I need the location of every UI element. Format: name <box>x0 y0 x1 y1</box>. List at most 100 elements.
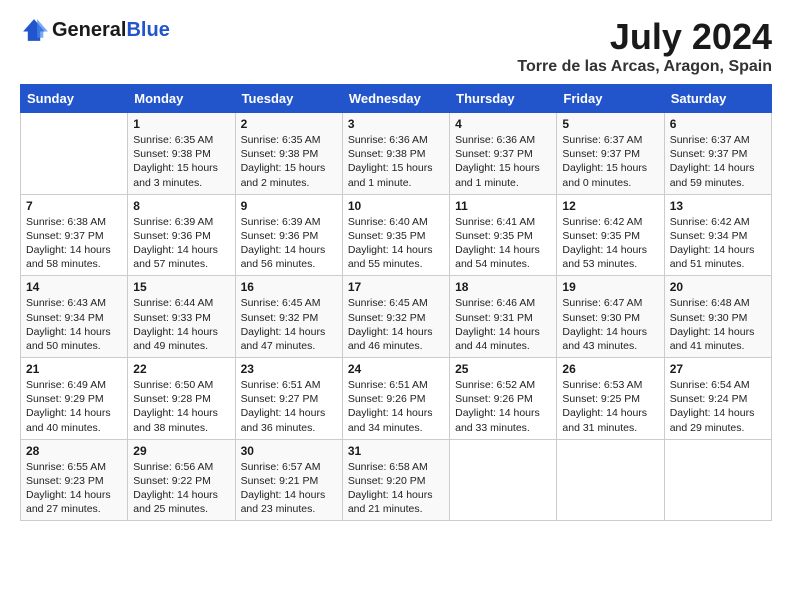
header-thursday: Thursday <box>450 85 557 113</box>
main-title: July 2024 <box>517 16 772 58</box>
day-number: 1 <box>133 117 229 131</box>
header-wednesday: Wednesday <box>342 85 449 113</box>
table-row: 5 Sunrise: 6:37 AMSunset: 9:37 PMDaylight… <box>557 113 664 195</box>
day-number: 31 <box>348 444 444 458</box>
day-number: 3 <box>348 117 444 131</box>
logo-blue: Blue <box>126 19 169 41</box>
table-row: 14Sunrise: 6:43 AMSunset: 9:34 PMDayligh… <box>21 276 128 358</box>
title-section: July 2024 Torre de las Arcas, Aragon, Sp… <box>517 16 772 76</box>
table-row: 15 Sunrise: 6:44 AMSunset: 9:33 PMDayligh… <box>128 276 235 358</box>
day-number: 23 <box>241 362 337 376</box>
subtitle: Torre de las Arcas, Aragon, Spain <box>517 58 772 76</box>
day-info: Sunrise: 6:37 AMSunset: 9:37 PMDaylight:… <box>670 133 766 190</box>
page-header: GeneralBlue July 2024 Torre de las Arcas… <box>20 16 772 76</box>
header-sunday: Sunday <box>21 85 128 113</box>
table-row: 30 Sunrise: 6:57 AMSunset: 9:21 PMDayligh… <box>235 439 342 521</box>
calendar-week-row: 21Sunrise: 6:49 AMSunset: 9:29 PMDayligh… <box>21 358 772 440</box>
table-row: 3Sunrise: 6:36 AMSunset: 9:38 PMDaylight… <box>342 113 449 195</box>
day-number: 29 <box>133 444 229 458</box>
day-info: Sunrise: 6:51 AMSunset: 9:27 PMDaylight:… <box>241 378 337 435</box>
day-number: 7 <box>26 199 122 213</box>
day-info: Sunrise: 6:35 AMSunset: 9:38 PMDaylight:… <box>133 133 229 190</box>
day-info: Sunrise: 6:37 AMSunset: 9:37 PMDaylight:… <box>562 133 658 190</box>
header-friday: Friday <box>557 85 664 113</box>
table-row: 4 Sunrise: 6:36 AMSunset: 9:37 PMDaylight… <box>450 113 557 195</box>
calendar-week-row: 1 Sunrise: 6:35 AMSunset: 9:38 PMDaylight… <box>21 113 772 195</box>
day-number: 20 <box>670 280 766 294</box>
header-tuesday: Tuesday <box>235 85 342 113</box>
table-row: 6Sunrise: 6:37 AMSunset: 9:37 PMDaylight… <box>664 113 771 195</box>
table-row <box>450 439 557 521</box>
calendar-week-row: 14Sunrise: 6:43 AMSunset: 9:34 PMDayligh… <box>21 276 772 358</box>
day-number: 13 <box>670 199 766 213</box>
day-info: Sunrise: 6:36 AMSunset: 9:37 PMDaylight:… <box>455 133 551 190</box>
day-info: Sunrise: 6:45 AMSunset: 9:32 PMDaylight:… <box>241 296 337 353</box>
table-row: 12Sunrise: 6:42 AMSunset: 9:35 PMDayligh… <box>557 194 664 276</box>
table-row: 20 Sunrise: 6:48 AMSunset: 9:30 PMDayligh… <box>664 276 771 358</box>
day-info: Sunrise: 6:57 AMSunset: 9:21 PMDaylight:… <box>241 460 337 517</box>
logo: GeneralBlue <box>20 16 170 44</box>
day-number: 22 <box>133 362 229 376</box>
day-number: 10 <box>348 199 444 213</box>
day-number: 4 <box>455 117 551 131</box>
table-row <box>557 439 664 521</box>
day-info: Sunrise: 6:42 AMSunset: 9:35 PMDaylight:… <box>562 215 658 272</box>
day-number: 11 <box>455 199 551 213</box>
calendar-week-row: 7 Sunrise: 6:38 AMSunset: 9:37 PMDaylight… <box>21 194 772 276</box>
day-number: 19 <box>562 280 658 294</box>
day-number: 17 <box>348 280 444 294</box>
table-row: 21Sunrise: 6:49 AMSunset: 9:29 PMDayligh… <box>21 358 128 440</box>
logo-general: General <box>52 19 126 41</box>
table-row: 2Sunrise: 6:35 AMSunset: 9:38 PMDaylight… <box>235 113 342 195</box>
day-info: Sunrise: 6:43 AMSunset: 9:34 PMDaylight:… <box>26 296 122 353</box>
day-number: 15 <box>133 280 229 294</box>
logo-text: GeneralBlue <box>52 19 170 42</box>
day-info: Sunrise: 6:55 AMSunset: 9:23 PMDaylight:… <box>26 460 122 517</box>
day-number: 2 <box>241 117 337 131</box>
day-number: 9 <box>241 199 337 213</box>
table-row: 16 Sunrise: 6:45 AMSunset: 9:32 PMDayligh… <box>235 276 342 358</box>
day-info: Sunrise: 6:40 AMSunset: 9:35 PMDaylight:… <box>348 215 444 272</box>
table-row: 24 Sunrise: 6:51 AMSunset: 9:26 PMDayligh… <box>342 358 449 440</box>
table-row: 31Sunrise: 6:58 AMSunset: 9:20 PMDayligh… <box>342 439 449 521</box>
day-number: 25 <box>455 362 551 376</box>
table-row: 7 Sunrise: 6:38 AMSunset: 9:37 PMDaylight… <box>21 194 128 276</box>
table-row: 19 Sunrise: 6:47 AMSunset: 9:30 PMDayligh… <box>557 276 664 358</box>
table-row <box>21 113 128 195</box>
weekday-header-row: Sunday Monday Tuesday Wednesday Thursday… <box>21 85 772 113</box>
day-info: Sunrise: 6:41 AMSunset: 9:35 PMDaylight:… <box>455 215 551 272</box>
table-row: 13 Sunrise: 6:42 AMSunset: 9:34 PMDayligh… <box>664 194 771 276</box>
day-info: Sunrise: 6:42 AMSunset: 9:34 PMDaylight:… <box>670 215 766 272</box>
day-number: 30 <box>241 444 337 458</box>
table-row: 26Sunrise: 6:53 AMSunset: 9:25 PMDayligh… <box>557 358 664 440</box>
day-info: Sunrise: 6:51 AMSunset: 9:26 PMDaylight:… <box>348 378 444 435</box>
logo-container: GeneralBlue <box>20 16 170 44</box>
header-saturday: Saturday <box>664 85 771 113</box>
day-info: Sunrise: 6:44 AMSunset: 9:33 PMDaylight:… <box>133 296 229 353</box>
day-number: 24 <box>348 362 444 376</box>
day-number: 21 <box>26 362 122 376</box>
table-row: 8Sunrise: 6:39 AMSunset: 9:36 PMDaylight… <box>128 194 235 276</box>
day-number: 16 <box>241 280 337 294</box>
day-info: Sunrise: 6:56 AMSunset: 9:22 PMDaylight:… <box>133 460 229 517</box>
day-info: Sunrise: 6:45 AMSunset: 9:32 PMDaylight:… <box>348 296 444 353</box>
day-info: Sunrise: 6:39 AMSunset: 9:36 PMDaylight:… <box>241 215 337 272</box>
day-info: Sunrise: 6:52 AMSunset: 9:26 PMDaylight:… <box>455 378 551 435</box>
day-number: 8 <box>133 199 229 213</box>
table-row <box>664 439 771 521</box>
logo-icon <box>20 16 48 44</box>
calendar-week-row: 28Sunrise: 6:55 AMSunset: 9:23 PMDayligh… <box>21 439 772 521</box>
day-info: Sunrise: 6:38 AMSunset: 9:37 PMDaylight:… <box>26 215 122 272</box>
table-row: 25 Sunrise: 6:52 AMSunset: 9:26 PMDayligh… <box>450 358 557 440</box>
day-info: Sunrise: 6:54 AMSunset: 9:24 PMDaylight:… <box>670 378 766 435</box>
table-row: 22Sunrise: 6:50 AMSunset: 9:28 PMDayligh… <box>128 358 235 440</box>
day-number: 18 <box>455 280 551 294</box>
table-row: 10 Sunrise: 6:40 AMSunset: 9:35 PMDayligh… <box>342 194 449 276</box>
day-info: Sunrise: 6:48 AMSunset: 9:30 PMDaylight:… <box>670 296 766 353</box>
day-number: 5 <box>562 117 658 131</box>
day-info: Sunrise: 6:47 AMSunset: 9:30 PMDaylight:… <box>562 296 658 353</box>
calendar-table: Sunday Monday Tuesday Wednesday Thursday… <box>20 84 772 521</box>
table-row: 1 Sunrise: 6:35 AMSunset: 9:38 PMDaylight… <box>128 113 235 195</box>
day-number: 26 <box>562 362 658 376</box>
table-row: 27Sunrise: 6:54 AMSunset: 9:24 PMDayligh… <box>664 358 771 440</box>
